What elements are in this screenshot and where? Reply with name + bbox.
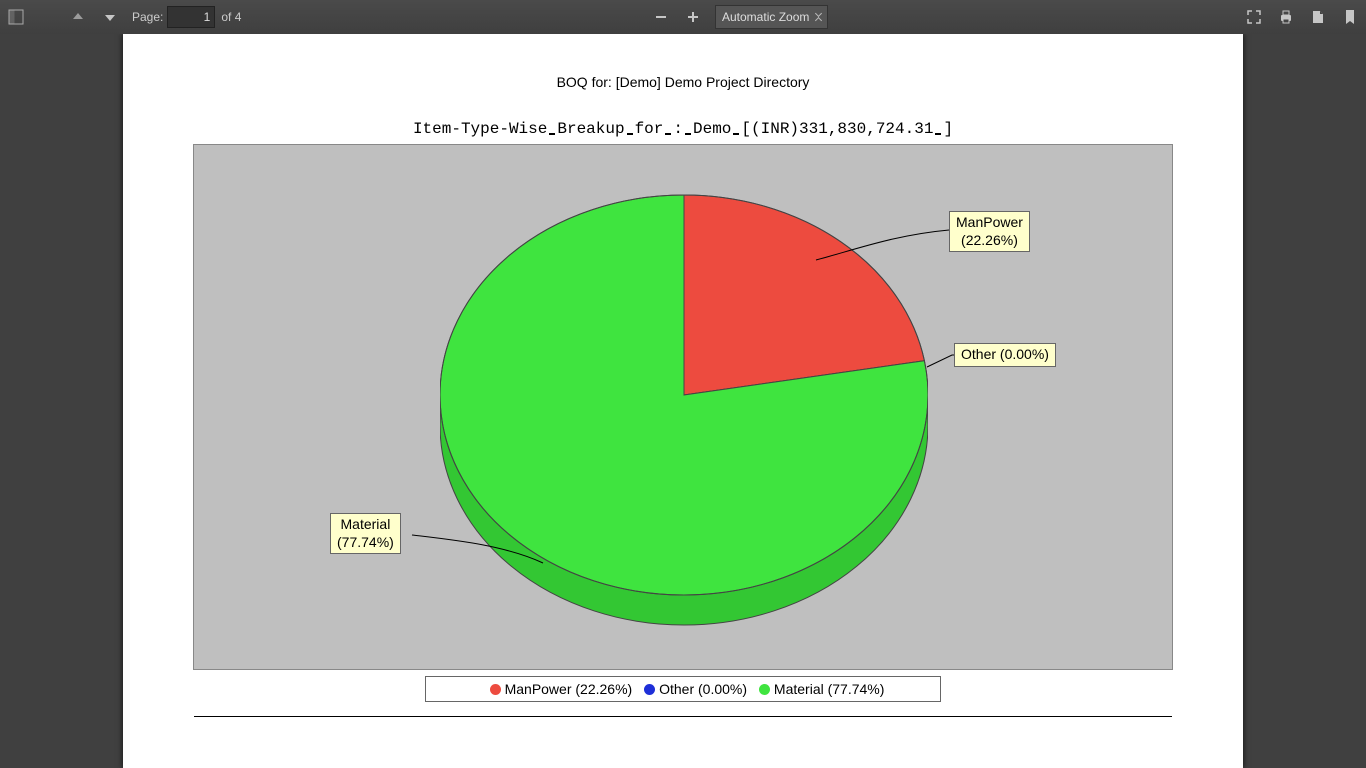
- page-number-input[interactable]: [167, 6, 215, 28]
- chart-plot-area: ManPower(22.26%) Other (0.00%) Material(…: [193, 144, 1173, 670]
- pdf-toolbar: Page: of 4 Automatic Zoom: [0, 0, 1366, 35]
- pdf-page: BOQ for: [Demo] Demo Project Directory I…: [123, 34, 1243, 768]
- next-page-icon[interactable]: [96, 3, 124, 31]
- legend-item-material: Material (77.74%): [774, 681, 885, 697]
- prev-page-icon[interactable]: [64, 3, 92, 31]
- slice-label-other: Other (0.00%): [954, 343, 1056, 367]
- pie-chart: [440, 185, 928, 655]
- fullscreen-icon[interactable]: [1240, 3, 1268, 31]
- legend-swatch-manpower: [490, 684, 501, 695]
- download-icon[interactable]: [1304, 3, 1332, 31]
- page-label: Page:: [132, 10, 163, 24]
- legend-item-manpower: ManPower (22.26%): [505, 681, 633, 697]
- legend-swatch-other: [644, 684, 655, 695]
- chart-title: Item-Type-WiseBreakupfor:Demo[(INR)331,8…: [123, 120, 1243, 138]
- chart-legend: ManPower (22.26%) Other (0.00%) Material…: [425, 676, 941, 702]
- pdf-viewport[interactable]: BOQ for: [Demo] Demo Project Directory I…: [0, 34, 1366, 768]
- page-divider: [194, 716, 1172, 717]
- legend-item-other: Other (0.00%): [659, 681, 747, 697]
- zoom-select[interactable]: Automatic Zoom: [715, 5, 828, 29]
- page-count: of 4: [221, 10, 241, 24]
- print-icon[interactable]: [1272, 3, 1300, 31]
- bookmark-icon[interactable]: [1336, 3, 1364, 31]
- document-title: BOQ for: [Demo] Demo Project Directory: [123, 74, 1243, 90]
- zoom-out-icon[interactable]: [647, 3, 675, 31]
- zoom-in-icon[interactable]: [679, 3, 707, 31]
- slice-label-manpower: ManPower(22.26%): [949, 211, 1030, 252]
- toggle-sidebar-icon[interactable]: [2, 3, 30, 31]
- slice-label-material: Material(77.74%): [330, 513, 401, 554]
- legend-swatch-material: [759, 684, 770, 695]
